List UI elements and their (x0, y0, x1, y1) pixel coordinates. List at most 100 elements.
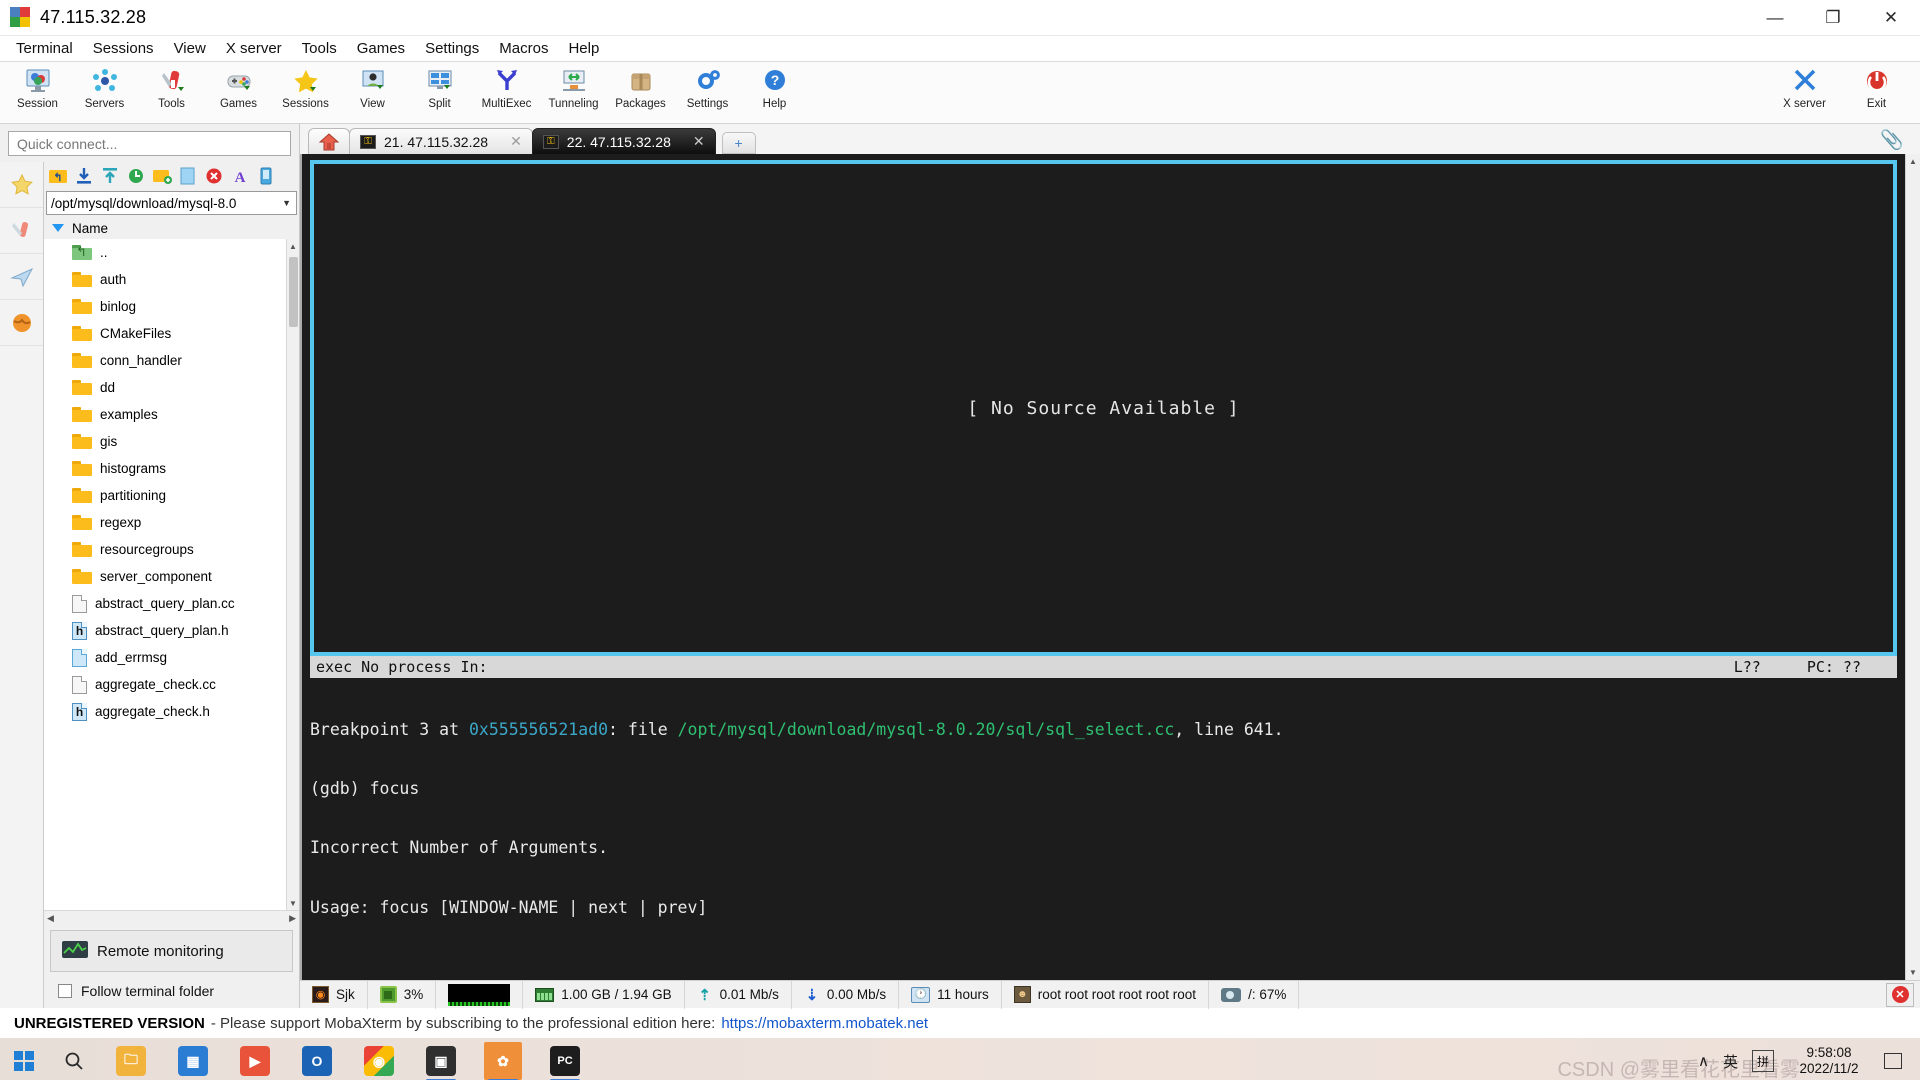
download-button[interactable] (72, 164, 96, 188)
taskbar-clock[interactable]: 9:58:08 2022/11/2 (1788, 1045, 1870, 1077)
toolbar-split[interactable]: Split (406, 62, 473, 110)
gdb-console-output[interactable]: Breakpoint 3 at 0x555556521ad0: file /op… (302, 678, 1905, 980)
toolbar-help[interactable]: ? Help (741, 62, 808, 110)
taskbar-app-wechat[interactable]: ✿ (472, 1038, 534, 1080)
taskbar-app-microsoft-store[interactable]: ▦ (162, 1038, 224, 1080)
list-item[interactable]: aggregate_check.cc (44, 671, 286, 698)
new-folder-button[interactable] (150, 164, 174, 188)
taskbar-app-mobaxterm[interactable]: ▣ (410, 1038, 472, 1080)
new-tab-button[interactable]: + (721, 132, 756, 154)
column-header-name[interactable]: Name (72, 221, 108, 236)
tray-chevron-up-icon[interactable]: ∧ (1698, 1052, 1709, 1070)
sidebar-tab-sessions[interactable] (0, 162, 43, 208)
file-tree-hscrollbar[interactable]: ◀ ▶ (44, 910, 299, 926)
chevron-down-icon[interactable]: ▼ (282, 198, 291, 208)
menu-view[interactable]: View (164, 38, 216, 59)
toolbar-tunneling[interactable]: Tunneling (540, 62, 607, 110)
remote-monitoring-button[interactable]: Remote monitoring (50, 930, 293, 972)
start-button[interactable] (0, 1038, 48, 1080)
list-item[interactable]: histograms (44, 455, 286, 482)
scroll-up-icon[interactable]: ▲ (287, 239, 299, 253)
gdb-terminal[interactable]: [ No Source Available ] exec No process … (300, 154, 1905, 980)
list-item[interactable]: resourcegroups (44, 536, 286, 563)
sort-triangle-icon[interactable] (52, 224, 64, 232)
quick-connect-input[interactable]: Quick connect... (8, 131, 291, 156)
toolbar-view[interactable]: View (339, 62, 406, 110)
delete-button[interactable] (202, 164, 226, 188)
list-item[interactable]: h aggregate_check.h (44, 698, 286, 725)
taskbar-app-outlook[interactable]: O (286, 1038, 348, 1080)
list-item[interactable]: binlog (44, 293, 286, 320)
scroll-down-icon[interactable]: ▼ (1906, 965, 1920, 980)
list-item[interactable]: server_component (44, 563, 286, 590)
list-item[interactable]: h abstract_query_plan.h (44, 617, 286, 644)
toolbar-settings[interactable]: Settings (674, 62, 741, 110)
refresh-button[interactable] (124, 164, 148, 188)
toolbar-multiexec[interactable]: MultiExec (473, 62, 540, 110)
maximize-button[interactable]: ❐ (1804, 0, 1862, 36)
ime-mode-indicator[interactable]: 拼 (1752, 1050, 1774, 1072)
list-item[interactable]: add_errmsg (44, 644, 286, 671)
mobaxterm-link[interactable]: https://mobaxterm.mobatek.net (721, 1015, 928, 1032)
toolbar-sessions[interactable]: Sessions (272, 62, 339, 110)
close-button[interactable]: ✕ (1862, 0, 1920, 36)
new-file-button[interactable] (176, 164, 200, 188)
menu-games[interactable]: Games (347, 38, 415, 59)
close-session-button[interactable]: ✕ (1886, 982, 1914, 1007)
file-tree[interactable]: .. auth binlog (44, 239, 299, 910)
follow-terminal-folder-checkbox[interactable] (58, 984, 72, 998)
taskbar-app-pycharm[interactable]: PC (534, 1038, 596, 1080)
list-item[interactable]: regexp (44, 509, 286, 536)
file-tree-scrollbar[interactable]: ▲ ▼ (286, 239, 299, 910)
path-input[interactable]: /opt/mysql/download/mysql-8.0 ▼ (46, 191, 297, 215)
paperclip-icon[interactable]: 📎 (1880, 128, 1904, 152)
list-item[interactable]: examples (44, 401, 286, 428)
menu-macros[interactable]: Macros (489, 38, 558, 59)
toolbar-exit[interactable]: Exit (1843, 62, 1910, 110)
sidebar-tab-macros[interactable] (0, 254, 43, 300)
list-item[interactable]: gis (44, 428, 286, 455)
list-item[interactable]: auth (44, 266, 286, 293)
menu-terminal[interactable]: Terminal (6, 38, 83, 59)
taskbar-app-chrome[interactable]: ◉ (348, 1038, 410, 1080)
taskbar-search-button[interactable] (48, 1038, 100, 1080)
scroll-right-icon[interactable]: ▶ (289, 913, 296, 924)
sidebar-tab-sftp[interactable] (0, 300, 43, 346)
sidebar-tab-tools[interactable] (0, 208, 43, 254)
toolbar-tools[interactable]: Tools (138, 62, 205, 110)
list-item[interactable]: dd (44, 374, 286, 401)
scroll-down-icon[interactable]: ▼ (287, 896, 299, 910)
terminal-scrollbar[interactable]: ▲ ▼ (1905, 154, 1920, 980)
menu-sessions[interactable]: Sessions (83, 38, 164, 59)
taskbar-app-video-player[interactable]: ▶ (224, 1038, 286, 1080)
tab-close-icon[interactable]: ✕ (510, 133, 522, 150)
parent-dir-button[interactable]: ↰ (46, 164, 70, 188)
scrollbar-thumb[interactable] (289, 257, 298, 327)
menu-help[interactable]: Help (558, 38, 609, 59)
list-item[interactable]: .. (44, 239, 286, 266)
list-item[interactable]: abstract_query_plan.cc (44, 590, 286, 617)
notification-icon[interactable] (1884, 1053, 1902, 1069)
properties-button[interactable] (254, 164, 278, 188)
upload-button[interactable] (98, 164, 122, 188)
scroll-up-icon[interactable]: ▲ (1906, 154, 1920, 169)
list-item[interactable]: partitioning (44, 482, 286, 509)
text-mode-button[interactable]: A (228, 164, 252, 188)
list-item[interactable]: conn_handler (44, 347, 286, 374)
menu-x-server[interactable]: X server (216, 38, 292, 59)
toolbar-session[interactable]: Session (4, 62, 71, 110)
follow-terminal-folder-row[interactable]: Follow terminal folder (44, 974, 299, 1008)
home-tab[interactable] (308, 128, 350, 154)
scroll-left-icon[interactable]: ◀ (47, 913, 54, 924)
minimize-button[interactable]: — (1746, 0, 1804, 36)
toolbar-games[interactable]: Games (205, 62, 272, 110)
taskbar-app-file-explorer[interactable]: 🗀 (100, 1038, 162, 1080)
menu-tools[interactable]: Tools (292, 38, 347, 59)
toolbar-servers[interactable]: Servers (71, 62, 138, 110)
menu-settings[interactable]: Settings (415, 38, 489, 59)
toolbar-x-server[interactable]: X server (1771, 62, 1838, 110)
tab-session-21[interactable]: ⚿ 21. 47.115.32.28 ✕ (349, 128, 533, 154)
list-item[interactable]: CMakeFiles (44, 320, 286, 347)
tab-session-22[interactable]: ⚿ 22. 47.115.32.28 ✕ (531, 128, 716, 154)
ime-language-indicator[interactable]: 英 (1723, 1051, 1738, 1072)
